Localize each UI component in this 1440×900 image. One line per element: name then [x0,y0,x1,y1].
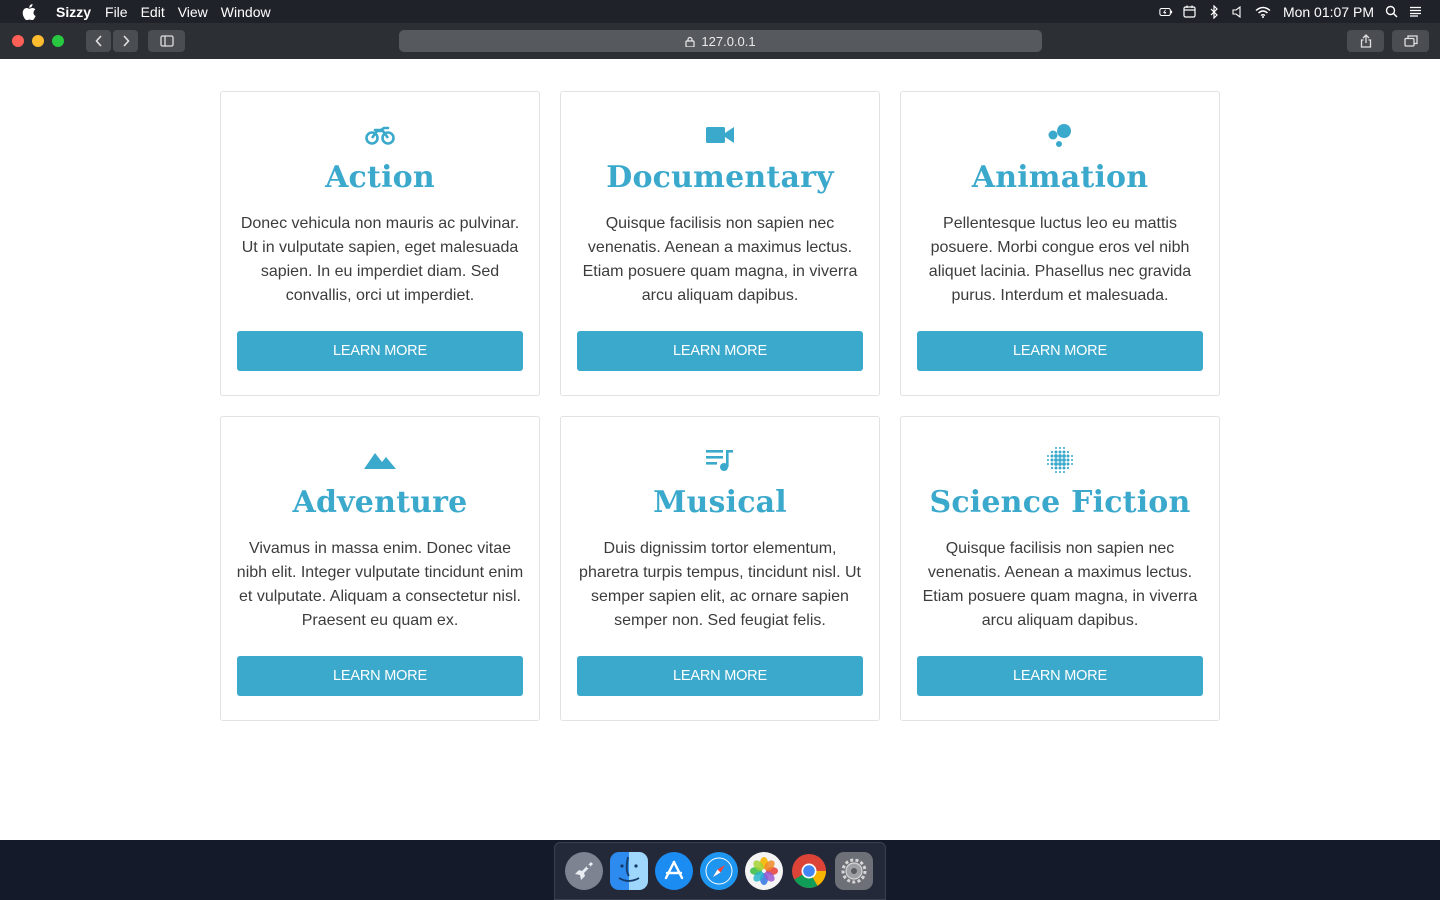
control-center-icon[interactable] [1408,5,1422,19]
learn-more-button[interactable]: LEARN MORE [917,656,1203,696]
card-description: Vivamus in massa enim. Donec vitae nibh … [236,540,524,629]
genre-card-action: Action Donec vehicula non mauris ac pulv… [220,91,540,396]
chevron-right-icon [122,35,130,47]
genre-card-science-fiction: Science Fiction Quisque facilisis non sa… [900,416,1220,721]
genre-card-animation: Animation Pellentesque luctus leo eu mat… [900,91,1220,396]
app-name-menu[interactable]: Sizzy [56,4,91,20]
card-title: Science Fiction [929,485,1191,520]
photos-icon[interactable] [745,852,783,890]
launchpad-icon[interactable] [565,852,603,890]
volume-icon[interactable] [1231,5,1245,19]
card-title: Animation [971,160,1149,195]
dock-area [0,840,1440,900]
genre-cards-grid: Action Donec vehicula non mauris ac pulv… [220,91,1220,721]
url-text: 127.0.0.1 [701,33,756,49]
genre-card-adventure: Adventure Vivamus in massa enim. Donec v… [220,416,540,721]
bubbles-icon [1043,122,1077,148]
battery-icon[interactable] [1159,5,1173,19]
menu-edit[interactable]: Edit [141,4,165,20]
apple-menu-icon[interactable] [20,3,38,21]
tabs-icon [1403,35,1418,47]
video-camera-icon [703,122,737,148]
playlist-music-icon [703,447,737,473]
menubar-clock[interactable]: Mon 01:07 PM [1283,4,1374,20]
menu-window[interactable]: Window [221,4,271,20]
system-preferences-icon[interactable] [835,852,873,890]
learn-more-button[interactable]: LEARN MORE [237,656,523,696]
window-controls [12,35,72,47]
dock [554,842,886,900]
menu-bar: Sizzy File Edit View Window Mon 01:07 PM [0,0,1440,23]
card-title: Musical [653,485,787,520]
genre-card-musical: Musical Duis dignissim tortor elementum,… [560,416,880,721]
tabs-overview-button[interactable] [1392,30,1429,52]
learn-more-button[interactable]: LEARN MORE [577,331,863,371]
share-button[interactable] [1347,30,1384,52]
menu-file[interactable]: File [105,4,128,20]
card-description: Donec vehicula non mauris ac pulvinar. U… [240,215,520,304]
safari-icon[interactable] [700,852,738,890]
card-title: Documentary [606,160,834,195]
card-description: Pellentesque luctus leo eu mattis posuer… [928,215,1192,304]
card-title: Adventure [292,485,468,520]
forward-button[interactable] [113,30,138,52]
motorcycle-icon [363,122,397,148]
chevron-left-icon [94,35,102,47]
page-content: Action Donec vehicula non mauris ac pulv… [0,59,1440,840]
back-button[interactable] [86,30,111,52]
wifi-icon[interactable] [1255,5,1271,19]
spotlight-icon[interactable] [1384,5,1398,19]
learn-more-button[interactable]: LEARN MORE [917,331,1203,371]
lock-icon [685,36,696,47]
card-title: Action [325,160,435,195]
close-window-button[interactable] [12,35,24,47]
address-bar[interactable]: 127.0.0.1 [399,30,1042,52]
dot-sphere-icon [1043,447,1077,473]
genre-card-documentary: Documentary Quisque facilisis non sapien… [560,91,880,396]
zoom-window-button[interactable] [52,35,64,47]
bluetooth-icon[interactable] [1207,4,1221,19]
card-description: Duis dignissim tortor elementum, pharetr… [579,540,861,629]
minimize-window-button[interactable] [32,35,44,47]
learn-more-button[interactable]: LEARN MORE [237,331,523,371]
card-description: Quisque facilisis non sapien nec venenat… [582,215,858,304]
app-store-icon[interactable] [655,852,693,890]
sidebar-icon [159,35,174,47]
learn-more-button[interactable]: LEARN MORE [577,656,863,696]
menu-view[interactable]: View [178,4,208,20]
browser-toolbar: 127.0.0.1 [0,23,1440,59]
mountain-icon [363,447,397,473]
sidebar-toggle-button[interactable] [148,30,185,52]
card-description: Quisque facilisis non sapien nec venenat… [922,540,1198,629]
share-icon [1360,34,1371,48]
finder-icon[interactable] [610,852,648,890]
chrome-icon[interactable] [790,852,828,890]
calendar-icon[interactable] [1183,5,1197,19]
